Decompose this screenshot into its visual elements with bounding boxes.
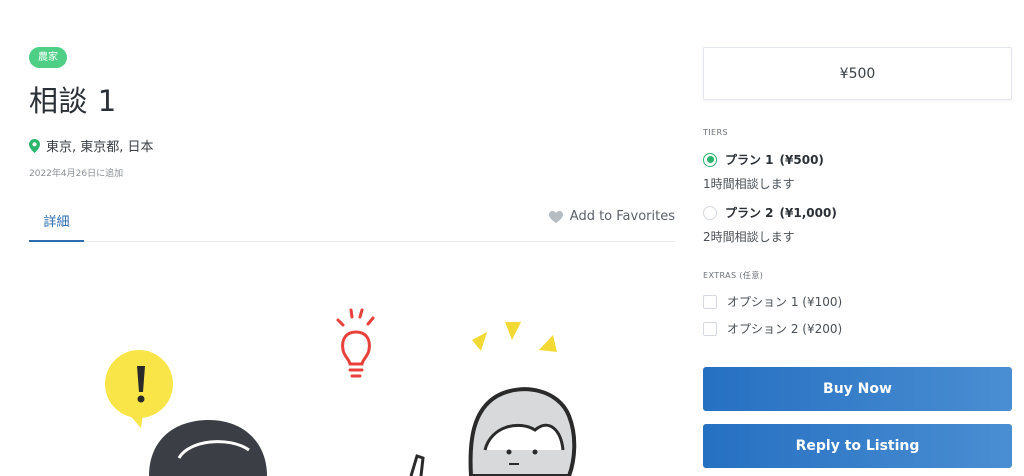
location-text: 東京, 東京都, 日本: [46, 140, 154, 155]
tier-option-1[interactable]: プラン 1 (¥500): [703, 151, 824, 168]
extra-1-label: オプション 1 (¥100): [727, 295, 843, 309]
tier-option-2[interactable]: プラン 2 (¥1,000): [703, 204, 837, 221]
extra-option-2[interactable]: オプション 2 (¥200): [703, 320, 842, 337]
listing-illustration: [29, 280, 675, 476]
emphasis-marks-icon: [472, 322, 557, 352]
tier-2-radio[interactable]: [703, 205, 717, 220]
listing-tabs: 詳細 Add to Favorites: [29, 200, 675, 242]
map-pin-icon: [29, 138, 40, 153]
added-date: 2022年4月26日に追加: [29, 169, 124, 179]
tab-detail[interactable]: 詳細: [29, 200, 84, 242]
reply-to-listing-button[interactable]: Reply to Listing: [703, 424, 1012, 468]
price-value: ¥500: [839, 65, 876, 82]
person-left-icon: [149, 420, 267, 476]
extra-option-1[interactable]: オプション 1 (¥100): [703, 293, 842, 310]
extra-2-label: オプション 2 (¥200): [727, 322, 843, 336]
favorites-label: Add to Favorites: [569, 209, 675, 224]
price-display: ¥500: [703, 47, 1012, 100]
tier-2-price: (¥1,000): [779, 205, 837, 220]
tier-2-name: プラン 2: [725, 206, 774, 220]
extra-1-checkbox[interactable]: [703, 294, 717, 309]
lightbulb-icon: [336, 308, 375, 378]
tiers-heading: TIERS: [703, 128, 728, 137]
buy-now-button[interactable]: Buy Now: [703, 367, 1012, 411]
tier-1-radio[interactable]: [703, 152, 717, 167]
heart-icon: [548, 210, 563, 223]
tier-2-description: 2時間相談します: [703, 230, 795, 244]
extras-heading: EXTRAS (任意): [703, 271, 764, 280]
tier-1-price: (¥500): [779, 152, 824, 167]
person-right-icon: [409, 387, 577, 476]
listing-title: 相談 1: [29, 84, 117, 118]
extra-2-checkbox[interactable]: [703, 321, 717, 336]
category-badge: 農家: [29, 47, 67, 68]
tier-1-description: 1時間相談します: [703, 177, 795, 191]
add-to-favorites-link[interactable]: Add to Favorites: [548, 209, 675, 224]
tier-1-name: プラン 1: [725, 153, 774, 167]
listing-location: 東京, 東京都, 日本: [29, 136, 154, 155]
exclamation-bubble-icon: [105, 350, 173, 428]
